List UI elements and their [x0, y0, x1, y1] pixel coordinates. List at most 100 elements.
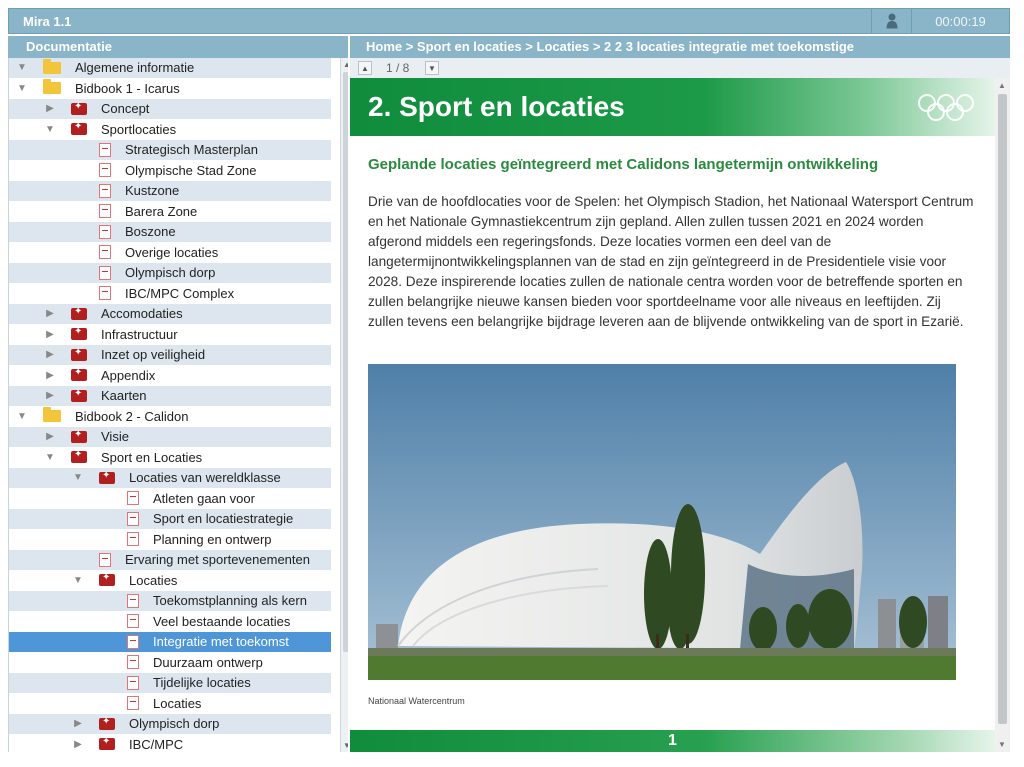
- tree-item[interactable]: Ervaring met sportevenementen: [9, 550, 331, 571]
- tree-item[interactable]: Duurzaam ontwerp: [9, 652, 331, 673]
- collapse-arrow-icon[interactable]: ▼: [15, 81, 29, 95]
- next-page-button[interactable]: ▼: [425, 61, 439, 75]
- tree-item[interactable]: Sport en locatiestrategie: [9, 509, 331, 530]
- tree-item-label: Kaarten: [101, 388, 147, 404]
- page-footer: 1: [350, 730, 995, 752]
- previous-page-button[interactable]: ▲: [358, 61, 372, 75]
- document-icon: [127, 491, 139, 506]
- tree-item[interactable]: Kustzone: [9, 181, 331, 202]
- tree-item[interactable]: ▶ Appendix: [9, 365, 331, 386]
- user-icon: [886, 13, 897, 29]
- breadcrumb[interactable]: Home > Sport en locaties > Locaties > 2 …: [350, 36, 1010, 58]
- tree-item[interactable]: ▼ Algemene informatie: [9, 58, 331, 79]
- tree-item-label: Bidbook 2 - Calidon: [75, 408, 189, 424]
- tree-item-label: Duurzaam ontwerp: [153, 654, 263, 670]
- tree-item-label: Olympisch dorp: [125, 265, 216, 281]
- collapse-arrow-icon[interactable]: ▼: [43, 450, 57, 464]
- tree-item-label: Ervaring met sportevenementen: [125, 552, 310, 568]
- tree-item[interactable]: Veel bestaande locaties: [9, 611, 331, 632]
- collapse-arrow-icon[interactable]: ▼: [71, 471, 85, 485]
- tree-item[interactable]: ▶ Kaarten: [9, 386, 331, 407]
- document-icon: [127, 614, 139, 629]
- document-icon: [127, 696, 139, 711]
- tree-item-label: Inzet op veiligheid: [101, 347, 206, 363]
- tree-item[interactable]: ▶ Inzet op veiligheid: [9, 345, 331, 366]
- document-icon: [99, 183, 111, 198]
- pdf-icon: [71, 429, 87, 443]
- scroll-up-icon[interactable]: ▲: [343, 60, 348, 69]
- tree-item[interactable]: ▼ Bidbook 1 - Icarus: [9, 78, 331, 99]
- collapse-arrow-icon[interactable]: ▼: [43, 122, 57, 136]
- session-timer: 00:00:19: [911, 9, 1009, 33]
- tree-item[interactable]: Locaties: [9, 693, 331, 714]
- expand-arrow-icon[interactable]: ▶: [43, 307, 57, 321]
- expand-arrow-icon[interactable]: ▶: [43, 102, 57, 116]
- document-icon: [127, 634, 139, 649]
- scroll-down-icon[interactable]: ▼: [343, 741, 348, 750]
- document-icon: [99, 552, 111, 567]
- tree-item[interactable]: ▶ Concept: [9, 99, 331, 120]
- tree-item[interactable]: ▶ Accomodaties: [9, 304, 331, 325]
- expand-arrow-icon[interactable]: ▶: [71, 737, 85, 751]
- tree-item[interactable]: ▼ Sport en Locaties: [9, 447, 331, 468]
- tree-item[interactable]: Overige locaties: [9, 242, 331, 263]
- tree-item[interactable]: Toekomstplanning als kern: [9, 591, 331, 612]
- tree-item[interactable]: Olympische Stad Zone: [9, 160, 331, 181]
- documentation-tree: ▼ Algemene informatie ▼ Bidbook 1 - Icarus ▶…: [8, 58, 348, 752]
- expand-arrow-icon[interactable]: ▶: [43, 368, 57, 382]
- tree-item-label: Olympisch dorp: [129, 716, 220, 732]
- tree-item[interactable]: ▶ Visie: [9, 427, 331, 448]
- document-icon: [99, 224, 111, 239]
- scroll-down-icon[interactable]: ▼: [998, 740, 1006, 749]
- tree-item[interactable]: IBC/MPC Complex: [9, 283, 331, 304]
- tree-item[interactable]: Olympisch dorp: [9, 263, 331, 284]
- tree-item[interactable]: Boszone: [9, 222, 331, 243]
- tree-item[interactable]: Integratie met toekomst: [9, 632, 331, 653]
- content-scrollbar[interactable]: ▲ ▼: [995, 78, 1010, 752]
- tree-item[interactable]: ▼ Locaties van wereldklasse: [9, 468, 331, 489]
- tree-item[interactable]: ▶ IBC/MPC: [9, 734, 331, 752]
- page-number: 1: [668, 732, 677, 749]
- pdf-icon: [99, 572, 115, 587]
- tree-item-label: Overige locaties: [125, 244, 219, 260]
- scroll-up-icon[interactable]: ▲: [998, 81, 1006, 90]
- tree-item-label: Planning en ontwerp: [153, 531, 272, 547]
- tree-item-label: Locaties: [129, 572, 178, 588]
- tree-item[interactable]: ▼ Locaties: [9, 570, 331, 591]
- tree-item-label: Atleten gaan voor: [153, 490, 255, 506]
- sidebar-scrollbar[interactable]: ▲ ▼: [340, 58, 348, 752]
- expand-arrow-icon[interactable]: ▶: [43, 348, 57, 362]
- document-icon: [99, 286, 111, 301]
- collapse-arrow-icon[interactable]: ▼: [15, 409, 29, 423]
- expand-arrow-icon[interactable]: ▶: [43, 327, 57, 341]
- expand-arrow-icon[interactable]: ▶: [43, 430, 57, 444]
- tree-item-label: Sport en locatiestrategie: [153, 511, 294, 527]
- tree-item-label: Boszone: [125, 224, 176, 240]
- user-button[interactable]: [871, 9, 911, 33]
- tree-item-label: Integratie met toekomst: [153, 634, 289, 650]
- tree-item[interactable]: Atleten gaan voor: [9, 488, 331, 509]
- tree-item[interactable]: Planning en ontwerp: [9, 529, 331, 550]
- collapse-arrow-icon[interactable]: ▼: [71, 573, 85, 587]
- tree-item[interactable]: ▶ Infrastructuur: [9, 324, 331, 345]
- tree-item[interactable]: ▼ Sportlocaties: [9, 119, 331, 140]
- pdf-icon: [71, 367, 87, 382]
- document-icon: [99, 265, 111, 280]
- tree-item[interactable]: Barera Zone: [9, 201, 331, 222]
- sidebar-scroll-thumb[interactable]: [343, 72, 348, 652]
- section-banner: 2. Sport en locaties: [350, 78, 995, 136]
- tree-item[interactable]: Tijdelijke locaties: [9, 673, 331, 694]
- expand-arrow-icon[interactable]: ▶: [71, 717, 85, 731]
- tree-item[interactable]: Strategisch Masterplan: [9, 140, 331, 161]
- tree-item[interactable]: ▼ Bidbook 2 - Calidon: [9, 406, 331, 427]
- collapse-arrow-icon[interactable]: ▼: [15, 61, 29, 75]
- expand-arrow-icon[interactable]: ▶: [43, 389, 57, 403]
- tree-item[interactable]: ▶ Olympisch dorp: [9, 714, 331, 735]
- content-scroll-thumb[interactable]: [998, 94, 1007, 724]
